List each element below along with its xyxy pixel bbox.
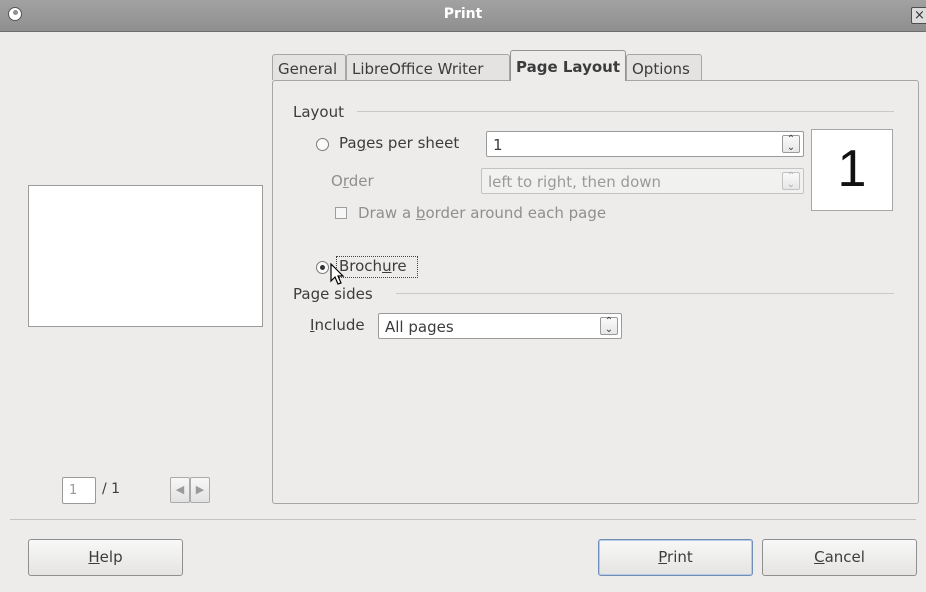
order-label: Order <box>331 172 374 190</box>
order-value: left to right, then down <box>488 173 662 191</box>
include-value: All pages <box>385 318 454 336</box>
page-sides-separator <box>396 293 894 294</box>
tab-libreoffice-writer[interactable]: LibreOffice Writer <box>346 54 510 80</box>
print-button[interactable]: Print <box>598 539 753 576</box>
preview-page-input[interactable]: 1 <box>62 477 96 504</box>
close-button[interactable]: × <box>911 7 926 24</box>
include-combo[interactable]: All pages ⌃ ⌄ <box>378 313 622 339</box>
order-combo[interactable]: left to right, then down ⌃ ⌄ <box>481 168 804 194</box>
layout-group-label: Layout <box>293 103 344 121</box>
pages-per-sheet-combo[interactable]: 1 ⌃ ⌄ <box>486 131 804 157</box>
brochure-label[interactable]: Brochure <box>339 257 407 275</box>
pages-per-sheet-preview: 1 <box>811 129 893 211</box>
layout-separator <box>357 111 894 112</box>
tab-options[interactable]: Options <box>626 54 702 80</box>
window-title: Print <box>443 6 483 22</box>
pages-per-sheet-label: Pages per sheet <box>339 134 460 152</box>
include-label: Include <box>310 316 365 334</box>
brochure-radio[interactable] <box>316 261 329 274</box>
up-down-chevron-icon[interactable]: ⌃ ⌄ <box>782 135 800 153</box>
up-down-chevron-icon[interactable]: ⌃ ⌄ <box>600 317 618 335</box>
page-sides-group-label: Page sides <box>293 285 373 303</box>
draw-border-checkbox[interactable] <box>335 207 347 219</box>
title-bar: Print × <box>0 0 926 32</box>
up-down-chevron-icon: ⌃ ⌄ <box>782 172 800 190</box>
pages-per-sheet-value: 1 <box>493 136 503 154</box>
cancel-button[interactable]: Cancel <box>762 539 917 576</box>
mouse-pointer-icon <box>330 263 345 285</box>
pages-per-sheet-radio[interactable] <box>316 138 329 151</box>
button-bar-separator <box>10 519 916 520</box>
help-button[interactable]: Help <box>28 539 183 576</box>
preview-prev-button[interactable]: ◀ <box>170 477 190 503</box>
preview-next-button[interactable]: ▶ <box>190 477 210 503</box>
preview-page-total: / 1 <box>102 481 121 497</box>
print-preview <box>28 185 263 327</box>
tab-page-layout[interactable]: Page Layout <box>510 50 626 81</box>
draw-border-label: Draw a border around each page <box>358 204 607 222</box>
tab-general[interactable]: General <box>272 54 346 80</box>
